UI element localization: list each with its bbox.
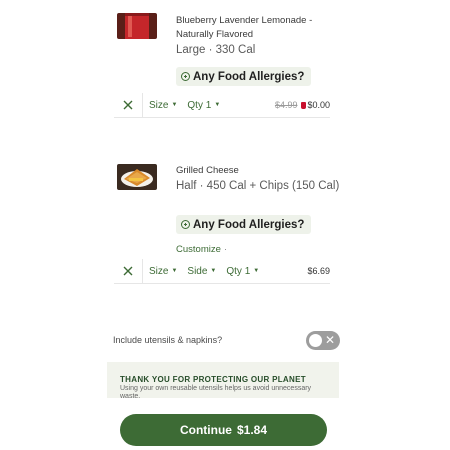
item-price: $6.69	[307, 266, 330, 276]
qty-label: Qty 1	[226, 265, 251, 277]
food-allergies-label: Any Food Allergies?	[193, 218, 305, 231]
price-group: $6.69	[307, 266, 330, 276]
utensils-label: Include utensils & napkins?	[113, 335, 223, 345]
toggle-knob	[309, 334, 322, 347]
size-label: Size	[149, 99, 169, 111]
customize-separator: ·	[223, 244, 228, 255]
close-icon	[123, 100, 133, 110]
caret-down-icon: ▼	[214, 102, 221, 108]
reward-cup-icon	[301, 101, 307, 109]
side-label: Side	[187, 265, 208, 277]
side-dropdown[interactable]: Side ▼	[187, 266, 216, 277]
price-group: $4.99 $0.00	[275, 100, 330, 110]
utensils-toggle[interactable]: ✕	[306, 331, 340, 350]
customize-label: Customize	[176, 244, 221, 255]
banner-title: THANK YOU FOR PROTECTING OUR PLANET	[120, 375, 306, 384]
caret-down-icon: ▼	[171, 268, 178, 274]
close-icon: ✕	[324, 333, 335, 347]
item-description: Half · 450 Cal + Chips (150 Cal)	[176, 180, 340, 192]
remove-item-button[interactable]	[114, 93, 143, 117]
plus-circle-icon	[181, 220, 190, 229]
close-icon	[123, 266, 133, 276]
cart-page: Blueberry Lavender Lemonade - Naturally …	[0, 0, 450, 450]
item-name: Grilled Cheese	[176, 165, 239, 176]
size-label: Size	[149, 265, 169, 277]
lemonade-image	[117, 13, 157, 39]
original-price: $4.99	[274, 100, 298, 110]
planet-banner: THANK YOU FOR PROTECTING OUR PLANET Usin…	[107, 362, 339, 398]
item-description: Large · 330 Cal	[176, 44, 256, 56]
food-allergies-button[interactable]: Any Food Allergies?	[176, 215, 312, 234]
food-allergies-button[interactable]: Any Food Allergies?	[176, 67, 312, 86]
item-name: Blueberry Lavender Lemonade - Naturally …	[176, 15, 313, 40]
caret-down-icon: ▼	[253, 268, 260, 274]
qty-label: Qty 1	[187, 99, 212, 111]
caret-down-icon: ▼	[210, 268, 217, 274]
size-dropdown[interactable]: Size ▼	[149, 266, 177, 277]
item-controls: Size ▼ Side ▼ Qty 1 ▼ $6.69	[114, 259, 330, 284]
size-dropdown[interactable]: Size ▼	[149, 100, 177, 111]
customize-link[interactable]: Customize ·	[176, 244, 227, 255]
food-allergies-label: Any Food Allergies?	[193, 70, 305, 83]
plus-circle-icon	[181, 72, 190, 81]
item-price: $0.00	[307, 100, 330, 110]
continue-button[interactable]: Continue $1.84	[120, 414, 327, 446]
grilled-cheese-image	[117, 164, 157, 190]
caret-down-icon: ▼	[171, 102, 178, 108]
item-controls: Size ▼ Qty 1 ▼ $4.99 $0.00	[114, 93, 330, 118]
remove-item-button[interactable]	[114, 259, 143, 283]
banner-text: Using your own reusable utensils helps u…	[120, 385, 312, 398]
qty-dropdown[interactable]: Qty 1 ▼	[187, 100, 220, 111]
continue-label: Continue	[179, 423, 232, 437]
order-total: $1.84	[236, 423, 268, 437]
qty-dropdown[interactable]: Qty 1 ▼	[226, 266, 259, 277]
